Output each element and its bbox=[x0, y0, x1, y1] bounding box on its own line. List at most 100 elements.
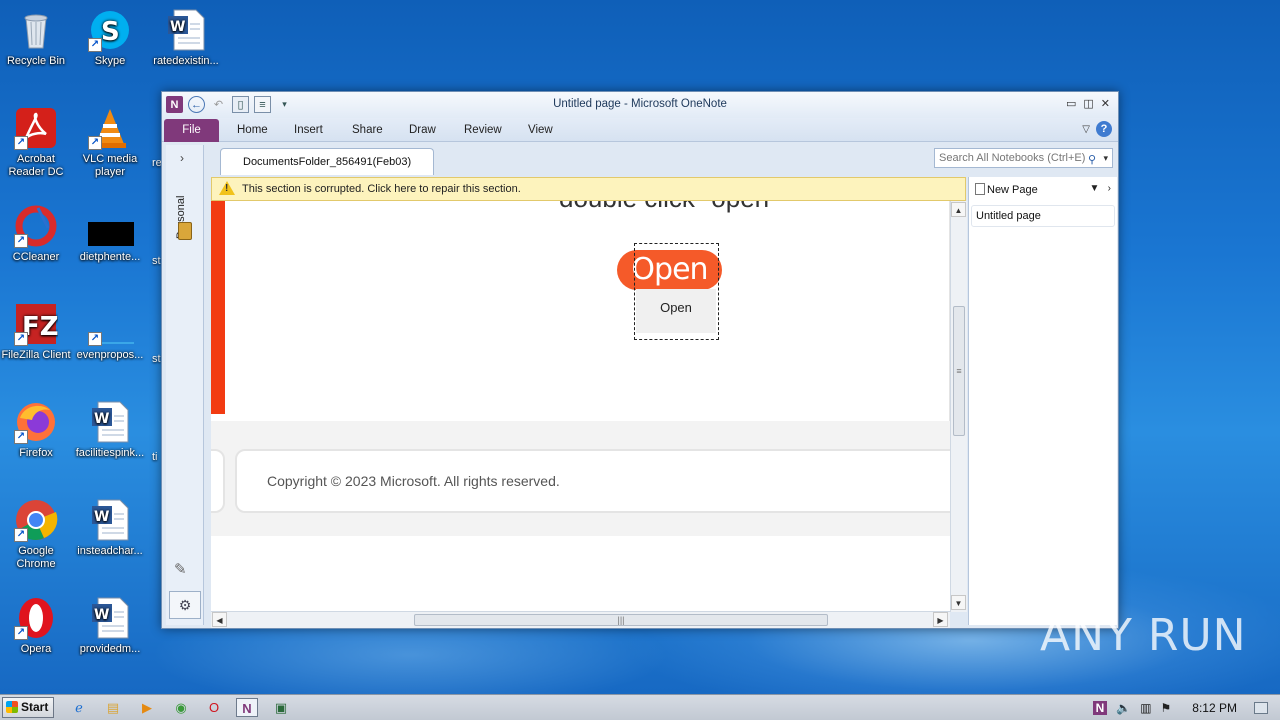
start-button[interactable]: Start bbox=[2, 697, 54, 718]
scroll-down-icon[interactable]: ▼ bbox=[951, 595, 966, 610]
firefox-icon: ↗ bbox=[14, 400, 58, 444]
tab-draw[interactable]: Draw bbox=[409, 124, 436, 136]
page-heading: double click "open" bbox=[559, 201, 778, 214]
svg-text:W: W bbox=[94, 509, 109, 525]
desktop-icon-label: Recycle Bin bbox=[6, 55, 66, 67]
desktop-icon-label: dietphente... bbox=[79, 251, 141, 263]
tab-file[interactable]: File bbox=[164, 119, 219, 142]
copyright-text: Copyright © 2023 Microsoft. All rights r… bbox=[267, 473, 560, 489]
horizontal-scrollbar[interactable]: ◀ ||| ▶ bbox=[211, 611, 950, 628]
onenote-tray-icon[interactable]: N bbox=[1092, 701, 1108, 715]
expand-ribbon-icon[interactable]: ▽ bbox=[1082, 124, 1090, 135]
anyrun-watermark: ANY RUN bbox=[1040, 610, 1247, 661]
page-canvas[interactable]: double click "open" Open Open Copyright … bbox=[211, 201, 950, 612]
recycle-bin-icon bbox=[14, 8, 58, 52]
desktop-icon-evenpropos[interactable]: ↗ evenpropos... bbox=[72, 302, 148, 362]
desktop-icon-label: evenpropos... bbox=[76, 349, 144, 361]
shortcut-arrow-icon: ↗ bbox=[14, 626, 28, 640]
show-desktop-icon[interactable] bbox=[1254, 702, 1268, 714]
clock[interactable]: 8:12 PM bbox=[1192, 701, 1237, 715]
svg-text:W: W bbox=[94, 411, 109, 427]
notebook-sync-icon[interactable]: ⚙ bbox=[169, 591, 201, 619]
desktop-icon-label: insteadchar... bbox=[77, 545, 143, 557]
desktop-icon-label: VLC media player bbox=[82, 153, 138, 178]
section-tab[interactable]: DocumentsFolder_856491(Feb03) bbox=[220, 148, 434, 175]
desktop-icon-label: Firefox bbox=[19, 447, 53, 459]
action-center-flag-icon[interactable]: ⚑ bbox=[1161, 701, 1172, 715]
volume-icon[interactable]: 🔈 bbox=[1116, 701, 1131, 715]
expand-notebook-pane-icon[interactable]: › bbox=[180, 151, 184, 165]
corrupted-section-warning[interactable]: ! This section is corrupted. Click here … bbox=[211, 177, 966, 201]
search-scope-dropdown-icon[interactable]: ▾ bbox=[1103, 149, 1108, 167]
scroll-left-icon[interactable]: ◀ bbox=[212, 612, 227, 627]
desktop-icon-ccleaner[interactable]: ↗ CCleaner bbox=[0, 204, 74, 264]
chrome-taskbar-icon[interactable]: ◉ bbox=[170, 698, 192, 717]
desktop-icon-opera[interactable]: ↗ Opera bbox=[0, 596, 74, 656]
desktop-icon-insteadchar[interactable]: W insteadchar... bbox=[72, 498, 148, 558]
vertical-scrollbar[interactable]: ▲ ≡ ▼ bbox=[950, 201, 967, 612]
svg-text:W: W bbox=[94, 607, 109, 623]
notebook-icon[interactable] bbox=[178, 222, 192, 240]
desktop-icon-providedm[interactable]: W providedm... bbox=[72, 596, 148, 656]
pages-pane: New Page ▼ › Untitled page bbox=[968, 177, 1117, 625]
internet-explorer-icon[interactable]: ℯ bbox=[68, 698, 90, 717]
new-page-label: New Page bbox=[987, 184, 1038, 196]
media-player-icon[interactable]: ▶ bbox=[136, 698, 158, 717]
windows-logo-icon bbox=[6, 701, 18, 713]
desktop-icon-label: ratedexistin... bbox=[153, 55, 219, 67]
new-page-options[interactable]: ▼ › bbox=[1089, 183, 1111, 194]
vlc-icon: ↗ bbox=[88, 106, 132, 150]
tab-view[interactable]: View bbox=[528, 124, 553, 136]
tab-insert[interactable]: Insert bbox=[294, 124, 323, 136]
maximize-icon[interactable]: ◫ bbox=[1083, 97, 1093, 110]
new-page-icon bbox=[975, 183, 985, 195]
desktop-icon-dietphente[interactable]: dietphente... bbox=[72, 204, 148, 264]
new-page-button[interactable]: New Page bbox=[975, 183, 1038, 196]
selection-box bbox=[634, 243, 719, 340]
desktop-icon-firefox[interactable]: ↗ Firefox bbox=[0, 400, 74, 460]
word-document-icon: W bbox=[88, 498, 132, 542]
shortcut-arrow-icon: ↗ bbox=[14, 136, 28, 150]
app-taskbar-icon[interactable]: ▣ bbox=[270, 698, 292, 717]
desktop-icon-facilitiespink[interactable]: W facilitiespink... bbox=[72, 400, 148, 460]
opera-icon: ↗ bbox=[14, 596, 58, 640]
black-file-icon bbox=[88, 204, 134, 248]
desktop-icon-filezilla[interactable]: FZ ↗ FileZilla Client bbox=[0, 302, 74, 362]
chrome-icon: ↗ bbox=[14, 498, 58, 542]
shortcut-arrow-icon: ↗ bbox=[88, 332, 102, 346]
desktop-icon-ratedexistin[interactable]: W ratedexistin... bbox=[148, 8, 224, 68]
opera-taskbar-icon[interactable]: O bbox=[203, 698, 225, 717]
minimize-icon[interactable]: ▭ bbox=[1066, 97, 1076, 110]
desktop-icon-vlc[interactable]: ↗ VLC media player bbox=[72, 106, 148, 179]
unfiled-notes-icon[interactable]: ✎ bbox=[174, 560, 187, 578]
word-document-icon: W bbox=[88, 596, 132, 640]
desktop-icon-skype[interactable]: S ↗ Skype bbox=[72, 8, 148, 68]
shortcut-arrow-icon: ↗ bbox=[14, 234, 28, 248]
search-input[interactable]: Search All Notebooks (Ctrl+E) ⚲ ▾ bbox=[934, 148, 1113, 168]
network-icon[interactable]: ▥ bbox=[1140, 701, 1151, 715]
desktop-icon-label: facilitiespink... bbox=[75, 447, 145, 459]
desktop-icon-label: Acrobat Reader DC bbox=[8, 153, 64, 178]
onenote-taskbar-icon[interactable]: N bbox=[236, 698, 258, 717]
desktop-icon-chrome[interactable]: ↗ Google Chrome bbox=[0, 498, 74, 571]
tab-review[interactable]: Review bbox=[464, 124, 502, 136]
window-title: Untitled page - Microsoft OneNote bbox=[553, 98, 727, 110]
scroll-up-icon[interactable]: ▲ bbox=[951, 202, 966, 217]
tab-home[interactable]: Home bbox=[237, 124, 268, 136]
scroll-right-icon[interactable]: ▶ bbox=[933, 612, 948, 627]
desktop-icon-label: FileZilla Client bbox=[1, 349, 71, 361]
clipped-desktop-label: st bbox=[152, 255, 161, 267]
page-list-item[interactable]: Untitled page bbox=[971, 205, 1115, 227]
help-icon[interactable]: ? bbox=[1096, 121, 1112, 137]
close-icon[interactable]: ✕ bbox=[1101, 97, 1110, 110]
desktop-icon-recycle-bin[interactable]: Recycle Bin bbox=[0, 8, 74, 68]
horizontal-scroll-thumb[interactable]: ||| bbox=[414, 614, 828, 626]
system-tray: N 🔈 ▥ ⚑ 8:12 PM bbox=[1092, 695, 1280, 720]
footer-card: Copyright © 2023 Microsoft. All rights r… bbox=[235, 449, 950, 513]
clipped-desktop-label: st bbox=[152, 353, 161, 365]
desktop-icon-acrobat[interactable]: ↗ Acrobat Reader DC bbox=[0, 106, 74, 179]
search-icon[interactable]: ⚲ bbox=[1088, 151, 1096, 169]
tab-share[interactable]: Share bbox=[352, 124, 383, 136]
file-explorer-icon[interactable]: ▤ bbox=[102, 698, 124, 717]
vertical-scroll-thumb[interactable]: ≡ bbox=[953, 306, 965, 436]
